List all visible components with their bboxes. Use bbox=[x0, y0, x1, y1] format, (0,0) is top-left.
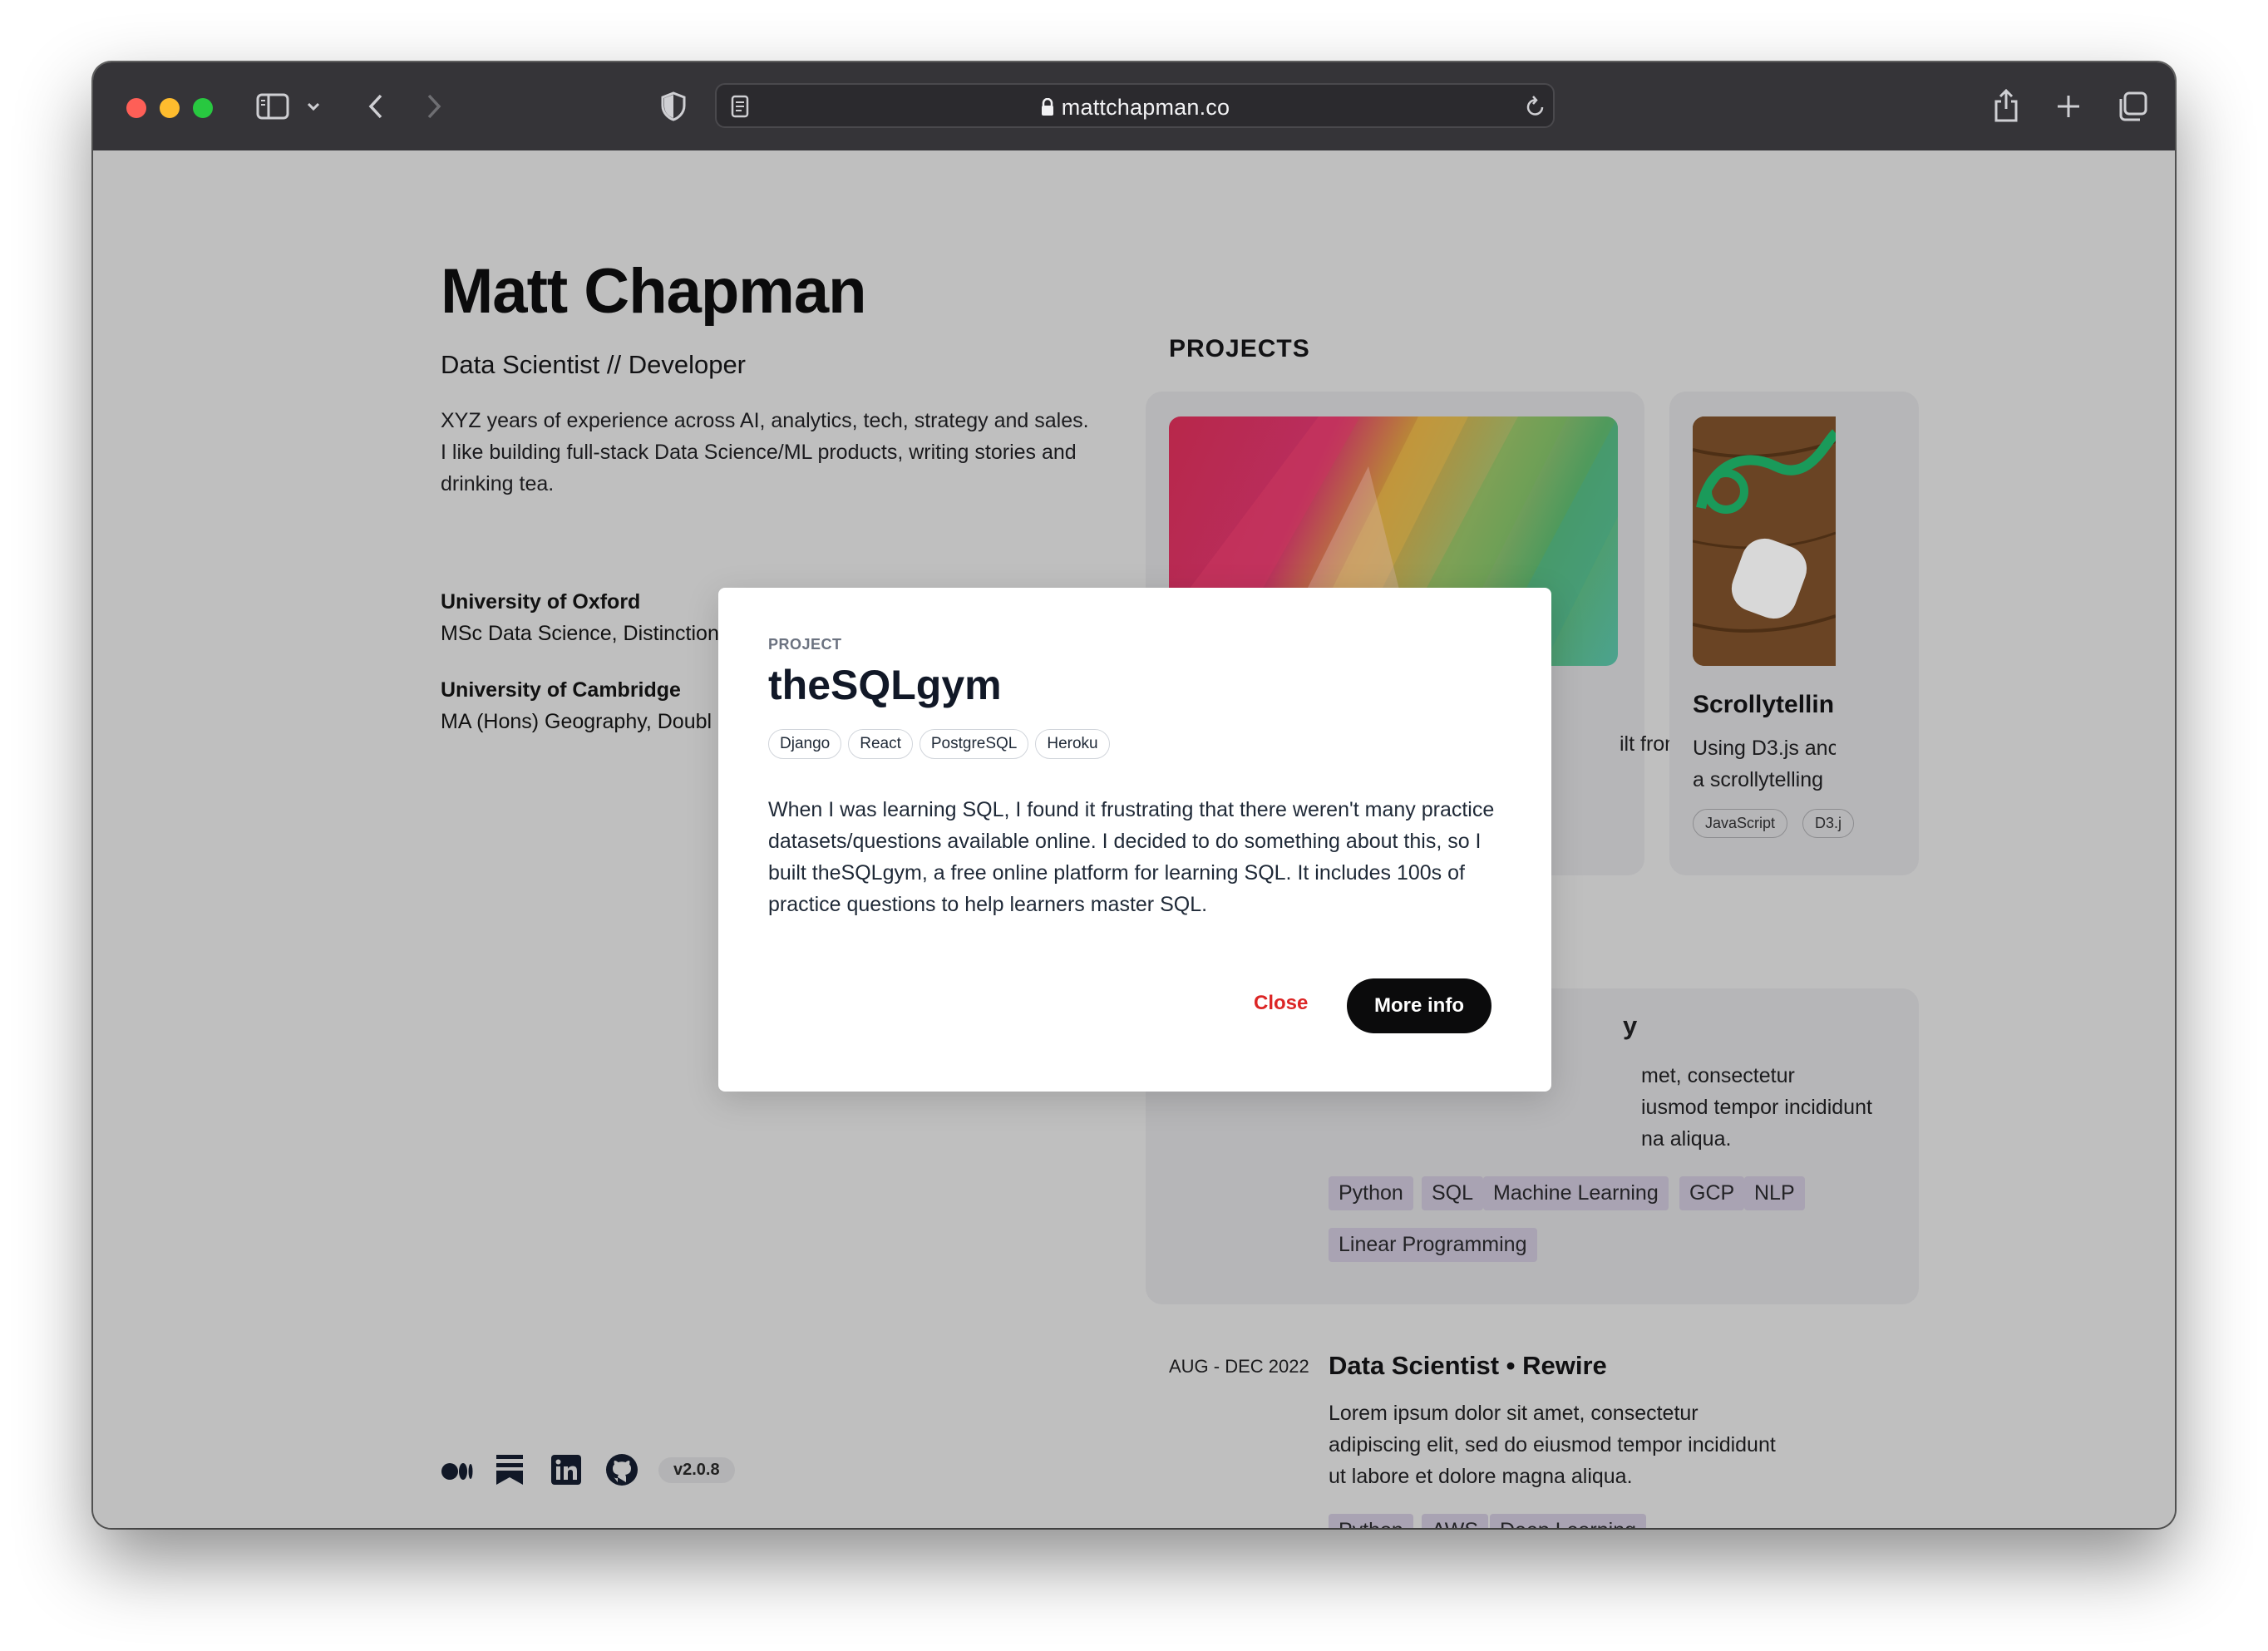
linkedin-icon[interactable] bbox=[550, 1454, 582, 1490]
modal-body: When I was learning SQL, I found it frus… bbox=[768, 798, 1495, 916]
minimize-window-button[interactable] bbox=[160, 98, 180, 118]
profile-name: Matt Chapman bbox=[441, 256, 867, 327]
experience-line: iusmod tempor incididunt bbox=[1641, 1096, 1872, 1119]
school-name: University of Oxford bbox=[441, 590, 641, 614]
browser-window: mattchapman.co Matt Chapman Data Scienti… bbox=[93, 62, 2175, 1528]
experience-line: Lorem ipsum dolor sit amet, consectetur bbox=[1329, 1402, 1699, 1425]
zoom-window-button[interactable] bbox=[193, 98, 213, 118]
skill-tag: AWS bbox=[1422, 1514, 1489, 1528]
skill-tag: Python bbox=[1329, 1514, 1413, 1528]
lock-icon bbox=[1040, 96, 1055, 122]
modal-title: theSQLgym bbox=[768, 662, 1002, 708]
project-description: Using D3.js anc a scrollytelling bbox=[1693, 732, 1836, 796]
project-modal: PROJECT theSQLgym Django React PostgreSQL H… bbox=[718, 588, 1551, 1092]
skill-tag: NLP bbox=[1744, 1176, 1805, 1210]
tech-tag: Django bbox=[768, 729, 842, 759]
back-icon[interactable] bbox=[366, 92, 386, 121]
url-text[interactable]: mattchapman.co bbox=[717, 95, 1553, 122]
reload-icon[interactable] bbox=[1525, 95, 1546, 118]
tab-overview-icon[interactable] bbox=[2117, 91, 2148, 122]
url-label: mattchapman.co bbox=[1061, 95, 1230, 120]
chevron-down-icon[interactable] bbox=[306, 101, 321, 112]
skill-tag: SQL bbox=[1422, 1176, 1484, 1210]
profile-role: Data Scientist // Developer bbox=[441, 350, 747, 379]
close-button[interactable]: Close bbox=[1254, 992, 1308, 1015]
browser-toolbar: mattchapman.co bbox=[93, 62, 2175, 150]
education-item: University of Oxford MSc Data Science, D… bbox=[441, 586, 719, 649]
tech-tag: PostgreSQL bbox=[919, 729, 1029, 759]
experience-line: met, consectetur bbox=[1641, 1064, 1795, 1087]
education-item: University of Cambridge MA (Hons) Geogra… bbox=[441, 674, 712, 737]
experience-title: y bbox=[1623, 1011, 1638, 1040]
more-info-button[interactable]: More info bbox=[1347, 978, 1491, 1033]
degree-text: MSc Data Science, Distinction bbox=[441, 622, 719, 645]
tech-tag: React bbox=[848, 729, 913, 759]
version-badge: v2.0.8 bbox=[658, 1457, 735, 1483]
tech-tag: JavaScript bbox=[1693, 809, 1788, 838]
close-window-button[interactable] bbox=[126, 98, 146, 118]
skill-tag: Deep Learning bbox=[1490, 1514, 1647, 1528]
github-icon[interactable] bbox=[605, 1453, 638, 1491]
modal-tags: Django React PostgreSQL Heroku bbox=[768, 729, 1117, 759]
experience-line: adipiscing elit, sed do eiusmod tempor i… bbox=[1329, 1433, 1776, 1456]
experience-title: Data Scientist • Rewire bbox=[1329, 1351, 1607, 1380]
tech-tag: Heroku bbox=[1035, 729, 1110, 759]
experience-date: AUG - DEC 2022 bbox=[1169, 1356, 1309, 1377]
privacy-shield-icon[interactable] bbox=[660, 91, 687, 122]
share-icon[interactable] bbox=[1992, 87, 2020, 124]
description-line: a scrollytelling bbox=[1693, 768, 1824, 791]
skill-tag: Python bbox=[1329, 1176, 1413, 1210]
degree-text: MA (Hons) Geography, Doubl bbox=[441, 710, 712, 733]
experience-line: na aliqua. bbox=[1641, 1127, 1732, 1151]
forward-icon[interactable] bbox=[424, 92, 444, 121]
project-title: Scrollytellin bbox=[1693, 691, 1835, 718]
description-line: Using D3.js anc bbox=[1693, 737, 1836, 760]
address-bar[interactable]: mattchapman.co bbox=[715, 83, 1555, 128]
sidebar-icon[interactable] bbox=[256, 93, 289, 120]
skill-tag: GCP bbox=[1679, 1176, 1745, 1210]
profile-bio: XYZ years of experience across AI, analy… bbox=[441, 409, 1089, 495]
skill-tag: Linear Programming bbox=[1329, 1228, 1537, 1262]
projects-heading: PROJECTS bbox=[1169, 335, 1310, 362]
tech-tag: D3.j bbox=[1802, 809, 1855, 838]
skill-tag: Machine Learning bbox=[1483, 1176, 1669, 1210]
experience-line: ut labore et dolore magna aliqua. bbox=[1329, 1465, 1633, 1488]
substack-icon[interactable] bbox=[496, 1454, 524, 1490]
school-name: University of Cambridge bbox=[441, 678, 681, 702]
project-image bbox=[1693, 416, 1836, 666]
medium-icon[interactable] bbox=[441, 1462, 474, 1485]
new-tab-icon[interactable] bbox=[2055, 93, 2082, 120]
modal-kicker: PROJECT bbox=[768, 636, 842, 653]
